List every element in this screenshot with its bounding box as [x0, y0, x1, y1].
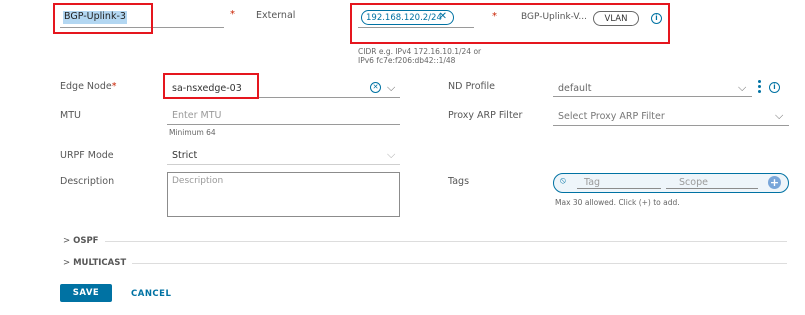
edge-node-label-text: Edge Node	[60, 81, 112, 92]
proxy-arp-select[interactable]: Select Proxy ARP Filter ⌵	[553, 106, 789, 126]
cidr-hint-line-1: CIDR e.g. IPv4 172.16.10.1/24 or	[358, 47, 482, 56]
tag-icon: ⦸	[560, 176, 566, 186]
interface-type-value: External	[256, 10, 296, 21]
nd-profile-value: default	[558, 83, 592, 94]
proxy-arp-label: Proxy ARP Filter	[448, 110, 523, 121]
cidr-hint: CIDR e.g. IPv4 172.16.10.1/24 or IPv6 fc…	[358, 47, 481, 65]
edge-node-label: Edge Node*	[60, 81, 116, 92]
edge-node-required-marker: *	[111, 81, 117, 92]
save-button-label: SAVE	[72, 288, 100, 298]
urpf-mode-label: URPF Mode	[60, 150, 114, 161]
nd-profile-select[interactable]: default ⌵	[553, 77, 752, 97]
info-icon[interactable]: i	[769, 82, 780, 93]
plus-circle-icon[interactable]: +	[768, 176, 781, 189]
highlight-interface-name	[53, 3, 153, 34]
info-icon[interactable]: i	[651, 13, 662, 24]
mtu-input[interactable]: Enter MTU	[167, 105, 400, 125]
nd-profile-label: ND Profile	[448, 81, 495, 92]
multicast-section-label: MULTICAST	[73, 258, 127, 268]
description-label: Description	[60, 176, 115, 187]
save-button[interactable]: SAVE	[60, 284, 112, 302]
ip-address-field[interactable]	[358, 27, 474, 28]
segment-required-marker: *	[492, 11, 497, 22]
tag-placeholder[interactable]: Tag	[584, 177, 600, 188]
vlan-badge: VLAN	[593, 11, 639, 26]
vertical-ellipsis-icon[interactable]	[758, 80, 762, 94]
ip-address-tag[interactable]: 192.168.120.2/24 ✕	[361, 10, 454, 25]
edit-interface-form: { "row1": { "name_value": "BGP-Uplink-3"…	[0, 0, 805, 315]
description-placeholder: Description	[172, 176, 224, 186]
cancel-button[interactable]: CANCEL	[131, 289, 171, 299]
vlan-badge-label: VLAN	[604, 13, 628, 24]
chevron-down-icon[interactable]: ⌵	[387, 82, 395, 93]
chevron-right-icon: >	[63, 258, 71, 268]
scope-placeholder[interactable]: Scope	[679, 177, 708, 188]
multicast-section-toggle[interactable]: > MULTICAST	[63, 258, 126, 268]
mtu-placeholder: Enter MTU	[172, 110, 222, 121]
ospf-section-toggle[interactable]: > OSPF	[63, 236, 98, 246]
segment-value[interactable]: BGP-Uplink-V...	[521, 12, 587, 22]
urpf-mode-value: Strict	[172, 150, 198, 161]
mtu-label: MTU	[60, 110, 81, 121]
name-required-marker: *	[230, 9, 235, 20]
cidr-hint-line-2: IPv6 fc7e:f206:db42::1/48	[358, 56, 456, 65]
mtu-hint: Minimum 64	[169, 128, 216, 137]
tags-label: Tags	[448, 176, 470, 187]
chevron-down-icon[interactable]: ⌵	[775, 110, 783, 121]
ospf-section-label: OSPF	[73, 236, 99, 246]
chevron-down-icon[interactable]: ⌵	[387, 149, 395, 160]
description-textarea[interactable]: Description	[167, 172, 400, 217]
ospf-divider	[105, 241, 787, 242]
clear-circle-icon[interactable]: ✕	[370, 82, 381, 93]
chevron-right-icon: >	[63, 236, 71, 246]
urpf-mode-select[interactable]: Strict ⌵	[167, 145, 400, 165]
proxy-arp-placeholder: Select Proxy ARP Filter	[558, 111, 665, 122]
ip-address-value: 192.168.120.2/24	[366, 12, 442, 23]
tags-hint: Max 30 allowed. Click (+) to add.	[555, 198, 680, 207]
multicast-divider	[132, 263, 787, 264]
chevron-down-icon[interactable]: ⌵	[738, 82, 746, 93]
close-icon[interactable]: ✕	[439, 11, 447, 22]
highlight-edge-node	[163, 73, 259, 99]
tags-input[interactable]: ⦸ Tag Scope +	[553, 173, 789, 193]
